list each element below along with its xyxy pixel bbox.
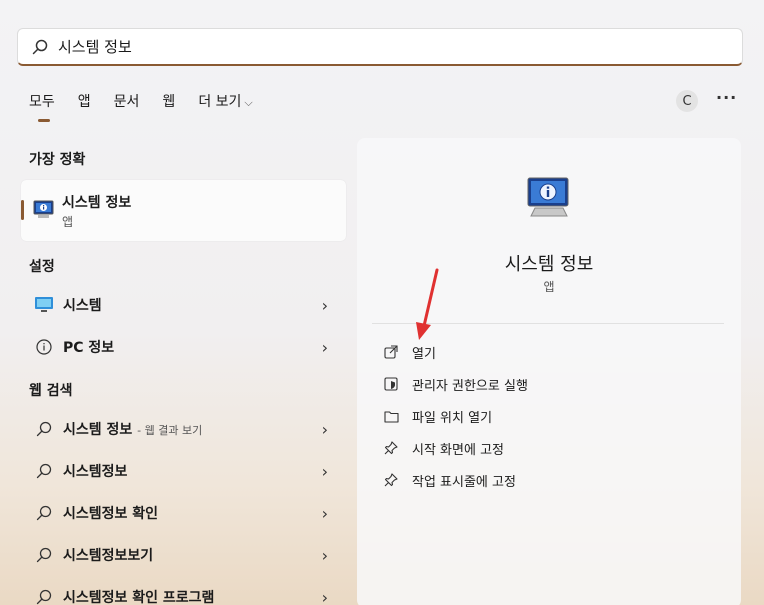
detail-panel: 시스템 정보 앱 열기 관리자 권한으로 실행 파일 위치 열기 시작 화면에 … bbox=[357, 138, 741, 605]
search-icon bbox=[32, 589, 56, 605]
web-search-item[interactable]: 시스템정보 확인 프로그램 › bbox=[21, 579, 346, 605]
more-options-button[interactable]: ··· bbox=[716, 88, 737, 107]
detail-title: 시스템 정보 bbox=[504, 254, 594, 275]
filter-tabs: 모두 앱 문서 웹 더 보기 ⌵ bbox=[29, 91, 276, 122]
best-match-type: 앱 bbox=[62, 215, 74, 229]
web-search-item[interactable]: 시스템정보보기 › bbox=[21, 537, 346, 573]
settings-item-pc-info[interactable]: PC 정보 › bbox=[21, 329, 346, 365]
action-run-as-admin[interactable]: 관리자 권한으로 실행 bbox=[383, 373, 528, 395]
settings-item-label: PC 정보 bbox=[63, 340, 115, 356]
web-search-query: 시스템 정보 bbox=[63, 422, 133, 438]
web-search-label: 시스템정보 확인 프로그램 bbox=[63, 590, 215, 605]
tab-web[interactable]: 웹 bbox=[162, 91, 175, 111]
web-search-item[interactable]: 시스템 정보 - 웹 결과 보기 › bbox=[21, 411, 346, 447]
tab-more[interactable]: 더 보기 ⌵ bbox=[198, 91, 252, 111]
system-info-icon bbox=[32, 198, 56, 226]
action-pin-to-start[interactable]: 시작 화면에 고정 bbox=[383, 437, 504, 459]
search-icon bbox=[32, 39, 48, 55]
action-label: 작업 표시줄에 고정 bbox=[412, 474, 516, 490]
web-search-label: 시스템정보 확인 bbox=[63, 506, 159, 522]
open-external-icon bbox=[383, 344, 399, 360]
search-icon bbox=[32, 421, 56, 437]
chevron-right-icon: › bbox=[321, 337, 328, 357]
pin-icon bbox=[383, 472, 399, 488]
chevron-right-icon: › bbox=[321, 503, 328, 523]
action-label: 시작 화면에 고정 bbox=[412, 442, 504, 458]
info-icon bbox=[32, 339, 56, 355]
best-match-name: 시스템 정보 bbox=[62, 195, 132, 211]
tab-documents[interactable]: 문서 bbox=[114, 91, 140, 111]
settings-item-system[interactable]: 시스템 › bbox=[21, 287, 346, 323]
web-search-label: 시스템정보 bbox=[63, 464, 128, 480]
action-open[interactable]: 열기 bbox=[383, 341, 436, 363]
chevron-down-icon: ⌵ bbox=[244, 96, 253, 109]
action-label: 파일 위치 열기 bbox=[412, 410, 493, 426]
settings-item-label: 시스템 bbox=[63, 298, 102, 314]
divider bbox=[372, 323, 724, 324]
chevron-right-icon: › bbox=[321, 587, 328, 605]
chevron-right-icon: › bbox=[321, 545, 328, 565]
action-open-file-location[interactable]: 파일 위치 열기 bbox=[383, 405, 492, 427]
web-result-note: - 웹 결과 보기 bbox=[137, 424, 203, 437]
chevron-right-icon: › bbox=[321, 295, 328, 315]
avatar[interactable]: C bbox=[676, 90, 698, 112]
action-pin-to-taskbar[interactable]: 작업 표시줄에 고정 bbox=[383, 469, 516, 491]
search-input[interactable] bbox=[58, 37, 658, 56]
tab-all[interactable]: 모두 bbox=[29, 91, 55, 122]
web-search-label: 시스템 정보 - 웹 결과 보기 bbox=[63, 419, 202, 439]
action-label: 관리자 권한으로 실행 bbox=[412, 378, 528, 394]
best-match-card[interactable]: 시스템 정보 앱 bbox=[21, 180, 346, 241]
tab-apps[interactable]: 앱 bbox=[78, 91, 91, 111]
selection-indicator bbox=[21, 200, 24, 220]
folder-icon bbox=[383, 408, 399, 424]
pin-icon bbox=[383, 440, 399, 456]
web-search-item[interactable]: 시스템정보 › bbox=[21, 453, 346, 489]
chevron-right-icon: › bbox=[321, 461, 328, 481]
action-label: 열기 bbox=[412, 346, 436, 362]
search-icon bbox=[32, 547, 56, 563]
web-search-heading: 웹 검색 bbox=[29, 383, 73, 399]
tab-more-label: 더 보기 bbox=[198, 94, 242, 110]
settings-heading: 설정 bbox=[29, 259, 55, 275]
detail-type: 앱 bbox=[543, 280, 555, 294]
system-info-icon bbox=[525, 174, 573, 226]
web-search-label: 시스템정보보기 bbox=[63, 548, 154, 564]
web-search-item[interactable]: 시스템정보 확인 › bbox=[21, 495, 346, 531]
shield-icon bbox=[383, 376, 399, 392]
best-match-heading: 가장 정확 bbox=[29, 152, 86, 168]
chevron-right-icon: › bbox=[321, 419, 328, 439]
monitor-icon bbox=[32, 296, 56, 314]
search-icon bbox=[32, 505, 56, 521]
search-icon bbox=[32, 463, 56, 479]
search-box[interactable] bbox=[17, 28, 743, 66]
